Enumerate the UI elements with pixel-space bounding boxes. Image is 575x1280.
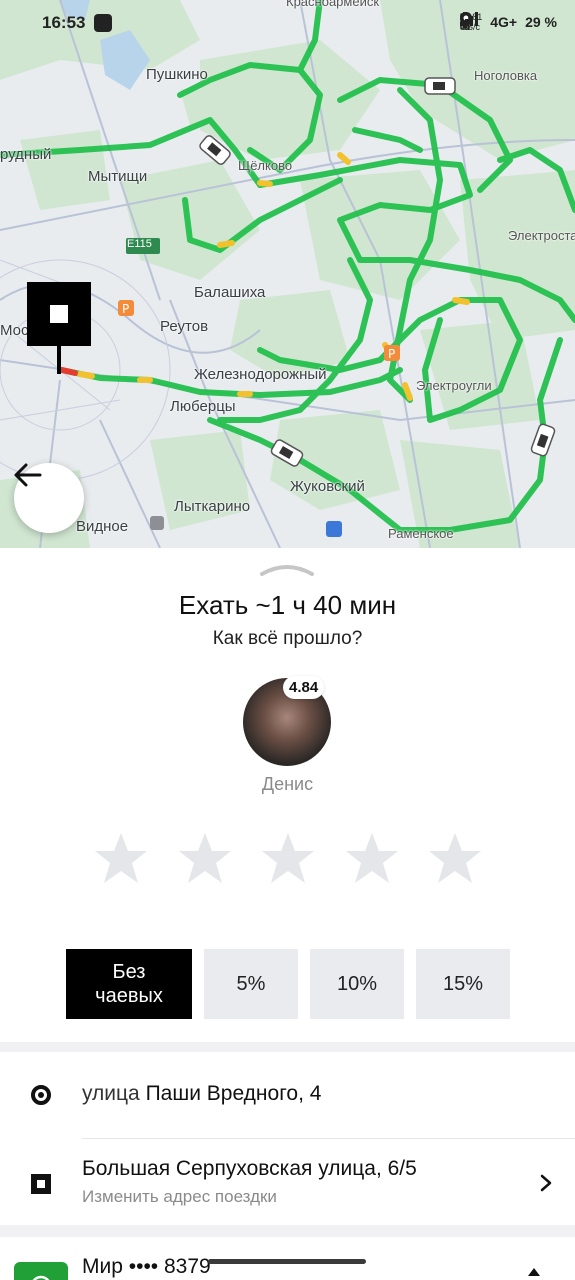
star-1-icon[interactable] (92, 830, 150, 888)
star-5-icon[interactable] (426, 830, 484, 888)
star-3-icon[interactable] (259, 830, 317, 888)
map-label-lytkarino: Лыткарино (174, 498, 251, 515)
home-indicator (208, 1259, 366, 1264)
sberbank-card-icon (14, 1262, 68, 1280)
map-label-vidnoe: Видное (76, 518, 129, 535)
map-label-elektrougli: Электроугли (416, 378, 492, 393)
destination-point-icon (31, 1174, 51, 1194)
destination-pin (57, 346, 61, 374)
svg-text:P: P (122, 302, 129, 316)
destination-marker (27, 282, 91, 346)
change-address-link[interactable]: Изменить адрес поездки (82, 1187, 277, 1207)
map-label-elektrostal: Электросталь (508, 228, 575, 243)
map-label-pushkino: Пушкино (146, 66, 208, 83)
trip-duration-title: Ехать ~1 ч 40 мин (178, 590, 397, 620)
trip-rating-sheet: Ехать ~1 ч 40 мин Как всё прошло? 4.84 Д… (0, 548, 575, 1280)
network-type: 4G+ (490, 14, 518, 30)
sheet-handle-chevron-icon[interactable] (260, 560, 314, 576)
chevron-right-icon (540, 1174, 552, 1192)
back-button[interactable] (14, 463, 84, 533)
map-label-shchelkovo: Щёлково (238, 158, 293, 173)
map-label-lyubertsy: Люберцы (170, 398, 236, 415)
map-label-zheleznodorozhny: Железнодорожный (194, 366, 327, 383)
map-label-mytishchi: Мытищи (88, 168, 148, 185)
destination-address-row[interactable]: Большая Серпуховская улица, 6/5 Изменить… (0, 1139, 575, 1225)
map-label-noginsk: Ноголовка (474, 68, 538, 83)
map-label-zhukovsky: Жуковский (290, 478, 365, 495)
caret-up-icon[interactable] (528, 1268, 540, 1276)
map-label-balashikha: Балашиха (194, 284, 266, 301)
route-map[interactable]: P P Красноармейск Пушкино рудный Мытищи … (0, 0, 575, 548)
star-2-icon[interactable] (176, 830, 234, 888)
payment-method[interactable]: Мир •••• 8379 (82, 1255, 211, 1279)
tip-5-button[interactable]: 5% (204, 949, 298, 1019)
pickup-address: улица Паши Вредного, 4 (82, 1082, 322, 1105)
trip-feedback-question: Как всё прошло? (212, 628, 363, 649)
pickup-address-row[interactable]: улица Паши Вредного, 4 (0, 1052, 575, 1138)
driver-rating-badge: 4.84 (283, 676, 325, 699)
map-label-rudny: рудный (0, 146, 52, 163)
tip-10-button[interactable]: 10% (310, 949, 404, 1019)
driver-name: Денис (261, 774, 314, 794)
tip-none-button[interactable]: Без чаевых (66, 949, 192, 1019)
map-road-badge-e115: E115 (127, 238, 152, 250)
arrow-left-icon (14, 463, 42, 487)
pickup-point-icon (31, 1085, 51, 1105)
battery-level: 29 % (525, 14, 557, 30)
uber-app-icon (94, 14, 112, 32)
status-bar: 16:53 50,81 КБ/с 4G+ 29 % (0, 0, 575, 46)
status-time: 16:53 (42, 13, 86, 32)
svg-text:P: P (388, 347, 395, 361)
app-screen: P P Красноармейск Пушкино рудный Мытищи … (0, 0, 575, 1280)
status-indicators: 50,81 КБ/с 4G+ 29 % (459, 12, 557, 32)
section-divider-2 (0, 1225, 575, 1237)
map-label-reutov: Реутов (160, 318, 209, 335)
rating-stars (92, 830, 484, 888)
section-divider (0, 1042, 575, 1052)
destination-address: Большая Серпуховская улица, 6/5 (82, 1157, 417, 1180)
map-label-ramenskoe: Раменское (388, 526, 454, 541)
tip-15-button[interactable]: 15% (416, 949, 510, 1019)
battery-icon (459, 12, 470, 30)
star-4-icon[interactable] (343, 830, 401, 888)
tip-options: Без чаевых 5% 10% 15% (66, 949, 510, 1019)
